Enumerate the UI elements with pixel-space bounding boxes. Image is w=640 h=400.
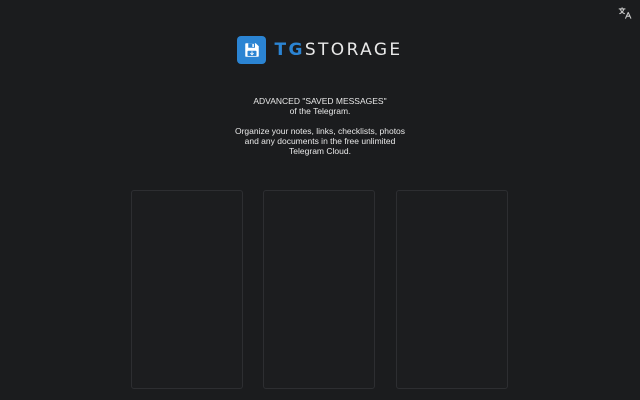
feature-card-1[interactable] (131, 190, 243, 389)
floppy-disk-icon (245, 43, 259, 57)
app-name-rest: STORAGE (304, 40, 403, 60)
feature-cards (131, 190, 509, 390)
brand: TGSTORAGE (0, 36, 640, 64)
feature-card-3[interactable] (396, 190, 508, 389)
hero-line-2: of the Telegram. (289, 106, 351, 116)
hero-line-4: and any documents in the free unlimited (244, 136, 396, 146)
hero-description: ADVANCED "SAVED MESSAGES" of the Telegra… (0, 96, 640, 156)
feature-card-2[interactable] (263, 190, 375, 389)
translate-icon (618, 7, 632, 19)
landing-page: TGSTORAGE ADVANCED "SAVED MESSAGES" of t… (0, 0, 640, 400)
hero-line-5: Telegram Cloud. (289, 146, 351, 156)
app-name-accent: TG (274, 40, 305, 60)
hero-line-1: ADVANCED "SAVED MESSAGES" (253, 96, 387, 106)
hero-line-3: Organize your notes, links, checklists, … (234, 126, 406, 136)
app-logo (237, 36, 267, 64)
app-name: TGSTORAGE (274, 36, 402, 64)
translate-button[interactable] (618, 6, 632, 20)
